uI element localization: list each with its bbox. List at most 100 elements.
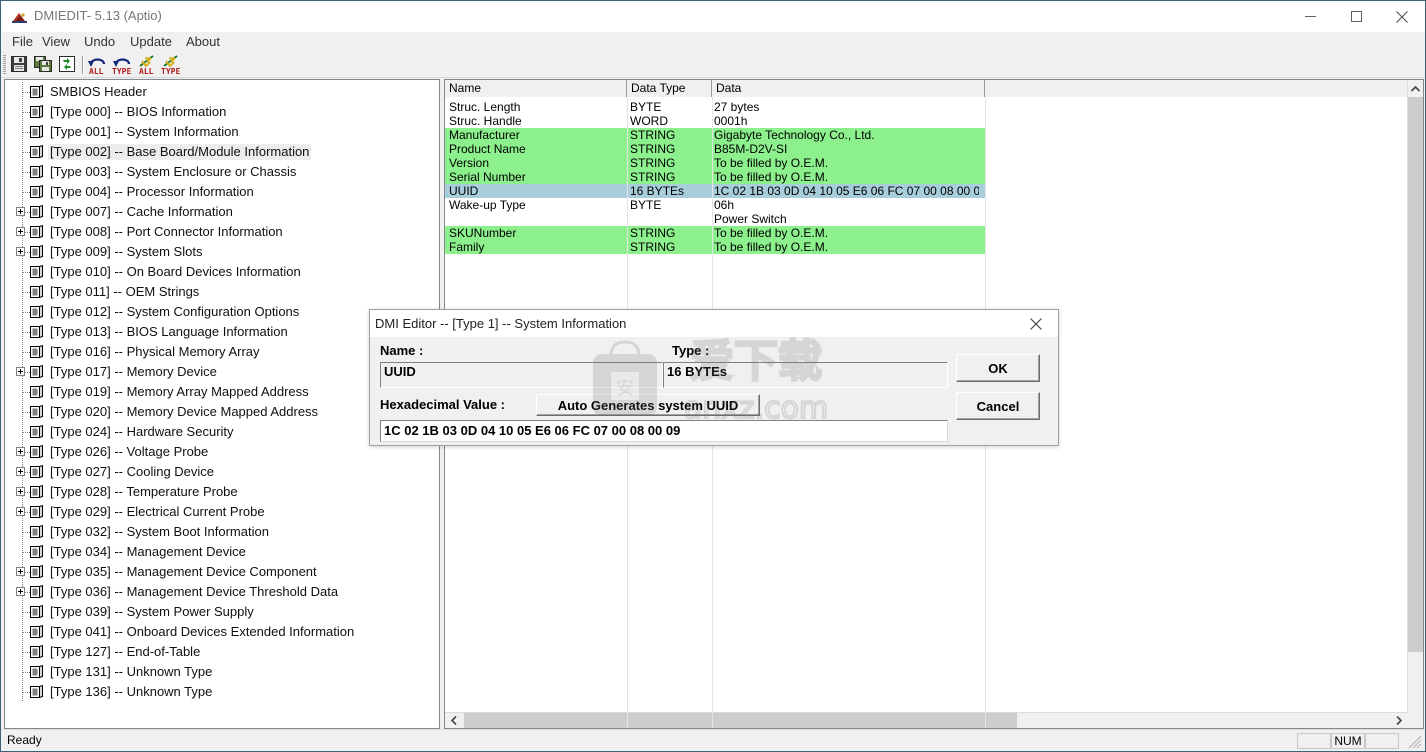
table-row[interactable]: Manufacturer STRING Gigabyte Technology Co… <box>445 128 1423 142</box>
tree-item[interactable]: [Type 032] -- System Boot Information <box>5 522 439 542</box>
tree-item-label[interactable]: [Type 010] -- On Board Devices Informati… <box>48 264 303 280</box>
resize-grip-icon[interactable] <box>1408 735 1422 749</box>
tree-item[interactable]: [Type 009] -- System Slots <box>5 242 439 262</box>
tree-item-label[interactable]: [Type 024] -- Hardware Security <box>48 424 236 440</box>
table-row[interactable]: Serial Number STRING To be filled by O.E.M… <box>445 170 1423 184</box>
hexadecimal-value-input[interactable]: 1C 02 1B 03 0D 04 10 05 E6 06 FC 07 00 0… <box>380 420 948 442</box>
menu-item-undo[interactable]: Undo <box>81 34 118 49</box>
tree-expand-icon[interactable] <box>16 247 25 256</box>
table-row[interactable]: Power Switch <box>445 212 1423 226</box>
tree-expand-icon[interactable] <box>16 587 25 596</box>
tree-item[interactable]: [Type 028] -- Temperature Probe <box>5 482 439 502</box>
close-icon[interactable] <box>1014 310 1058 337</box>
tree-expand-icon[interactable] <box>16 227 25 236</box>
tree-item-label[interactable]: [Type 029] -- Electrical Current Probe <box>48 504 267 520</box>
menu-item-update[interactable]: Update <box>127 34 175 49</box>
type-field[interactable]: 16 BYTEs <box>663 362 948 388</box>
close-icon[interactable] <box>1379 1 1425 32</box>
scroll-up-icon[interactable] <box>1408 80 1423 97</box>
tree-item[interactable]: [Type 001] -- System Information <box>5 122 439 142</box>
tree-item-label[interactable]: [Type 020] -- Memory Device Mapped Addre… <box>48 404 320 420</box>
tree-expand-icon[interactable] <box>16 447 25 456</box>
menu-item-file[interactable]: File <box>9 34 36 49</box>
scroll-right-icon[interactable] <box>1390 713 1407 728</box>
save-icon[interactable] <box>9 55 31 75</box>
tree-item-label[interactable]: [Type 039] -- System Power Supply <box>48 604 256 620</box>
scroll-thumb-vertical[interactable] <box>1408 97 1423 652</box>
tree-item-label[interactable]: SMBIOS Header <box>48 84 149 100</box>
tree-item-label[interactable]: [Type 000] -- BIOS Information <box>48 104 228 120</box>
tree-expand-icon[interactable] <box>16 507 25 516</box>
table-row[interactable]: Struc. Length BYTE 27 bytes <box>445 100 1423 114</box>
tree-item-label[interactable]: [Type 012] -- System Configuration Optio… <box>48 304 301 320</box>
tree-item-label[interactable]: [Type 007] -- Cache Information <box>48 204 235 220</box>
tree-item-label[interactable]: [Type 026] -- Voltage Probe <box>48 444 210 460</box>
tree-item[interactable]: [Type 136] -- Unknown Type <box>5 682 439 702</box>
tree-item-label[interactable]: [Type 036] -- Management Device Threshol… <box>48 584 340 600</box>
tree-item-label[interactable]: [Type 019] -- Memory Array Mapped Addres… <box>48 384 311 400</box>
tree-item[interactable]: [Type 035] -- Management Device Componen… <box>5 562 439 582</box>
tree-item[interactable]: [Type 000] -- BIOS Information <box>5 102 439 122</box>
tree-item-label[interactable]: [Type 001] -- System Information <box>48 124 241 140</box>
tree-item-label[interactable]: [Type 002] -- Base Board/Module Informat… <box>48 144 312 160</box>
tree-item[interactable]: [Type 034] -- Management Device <box>5 542 439 562</box>
tree-item-label[interactable]: [Type 127] -- End-of-Table <box>48 644 202 660</box>
tree-item-label[interactable]: [Type 136] -- Unknown Type <box>48 684 214 700</box>
column-header-datatype[interactable]: Data Type <box>627 80 712 97</box>
tree-item-label[interactable]: [Type 028] -- Temperature Probe <box>48 484 240 500</box>
table-row[interactable]: Family STRING To be filled by O.E.M. <box>445 240 1423 254</box>
tree-item[interactable]: [Type 027] -- Cooling Device <box>5 462 439 482</box>
tree-item-label[interactable]: [Type 041] -- Onboard Devices Extended I… <box>48 624 356 640</box>
tree-item-label[interactable]: [Type 035] -- Management Device Componen… <box>48 564 319 580</box>
minimize-icon[interactable] <box>1287 1 1333 32</box>
tree-expand-icon[interactable] <box>16 487 25 496</box>
list-horizontal-scrollbar[interactable] <box>445 712 1407 728</box>
tree-expand-icon[interactable] <box>16 207 25 216</box>
menu-item-view[interactable]: View <box>39 34 73 49</box>
maximize-icon[interactable] <box>1333 1 1379 32</box>
tree-item-label[interactable]: [Type 003] -- System Enclosure or Chassi… <box>48 164 298 180</box>
table-row[interactable]: Version STRING To be filled by O.E.M. <box>445 156 1423 170</box>
tree-item[interactable]: [Type 039] -- System Power Supply <box>5 602 439 622</box>
list-vertical-scrollbar[interactable] <box>1407 80 1423 728</box>
scroll-thumb-horizontal[interactable] <box>464 713 1017 728</box>
tree-item-label[interactable]: [Type 011] -- OEM Strings <box>48 284 201 300</box>
table-row[interactable]: Product Name STRING B85M-D2V-SI <box>445 142 1423 156</box>
scroll-left-icon[interactable] <box>445 713 462 728</box>
tree-item[interactable]: [Type 029] -- Electrical Current Probe <box>5 502 439 522</box>
tree-item[interactable]: [Type 036] -- Management Device Threshol… <box>5 582 439 602</box>
tree-item-label[interactable]: [Type 032] -- System Boot Information <box>48 524 271 540</box>
toolbar-grip[interactable] <box>3 55 6 74</box>
ok-button[interactable]: OK <box>956 354 1040 382</box>
undo-all-icon[interactable]: ALL <box>87 55 111 76</box>
tree-item-label[interactable]: [Type 004] -- Processor Information <box>48 184 256 200</box>
tree-expand-icon[interactable] <box>16 467 25 476</box>
tree-expand-icon[interactable] <box>16 567 25 576</box>
tree-item[interactable]: [Type 010] -- On Board Devices Informati… <box>5 262 439 282</box>
column-header-data[interactable]: Data <box>712 80 985 97</box>
refresh-icon[interactable] <box>57 55 79 75</box>
tree-item[interactable]: [Type 127] -- End-of-Table <box>5 642 439 662</box>
menu-item-about[interactable]: About <box>183 34 223 49</box>
tree-item[interactable]: SMBIOS Header <box>5 82 439 102</box>
tree-item-label[interactable]: [Type 034] -- Management Device <box>48 544 248 560</box>
update-type-icon[interactable]: TYPE <box>161 55 187 76</box>
table-row[interactable]: UUID 16 BYTEs 1C 02 1B 03 0D 04 10 05 E6 0… <box>445 184 1423 198</box>
tree-item[interactable]: [Type 041] -- Onboard Devices Extended I… <box>5 622 439 642</box>
tree-item[interactable]: [Type 007] -- Cache Information <box>5 202 439 222</box>
auto-generate-uuid-button[interactable]: Auto Generates system UUID <box>536 394 760 416</box>
tree-item-label[interactable]: [Type 008] -- Port Connector Information <box>48 224 285 240</box>
name-field[interactable]: UUID <box>380 362 663 388</box>
tree-item-label[interactable]: [Type 027] -- Cooling Device <box>48 464 216 480</box>
tree-expand-icon[interactable] <box>16 367 25 376</box>
undo-type-icon[interactable]: TYPE <box>112 55 138 76</box>
tree-item[interactable]: [Type 002] -- Base Board/Module Informat… <box>5 142 439 162</box>
column-header-name[interactable]: Name <box>445 80 627 97</box>
cancel-button[interactable]: Cancel <box>956 392 1040 420</box>
tree-item-label[interactable]: [Type 013] -- BIOS Language Information <box>48 324 290 340</box>
tree-item-label[interactable]: [Type 016] -- Physical Memory Array <box>48 344 262 360</box>
tree-item[interactable]: [Type 004] -- Processor Information <box>5 182 439 202</box>
table-row[interactable]: SKUNumber STRING To be filled by O.E.M. <box>445 226 1423 240</box>
tree-item-label[interactable]: [Type 009] -- System Slots <box>48 244 204 260</box>
table-row[interactable]: Wake-up Type BYTE 06h <box>445 198 1423 212</box>
